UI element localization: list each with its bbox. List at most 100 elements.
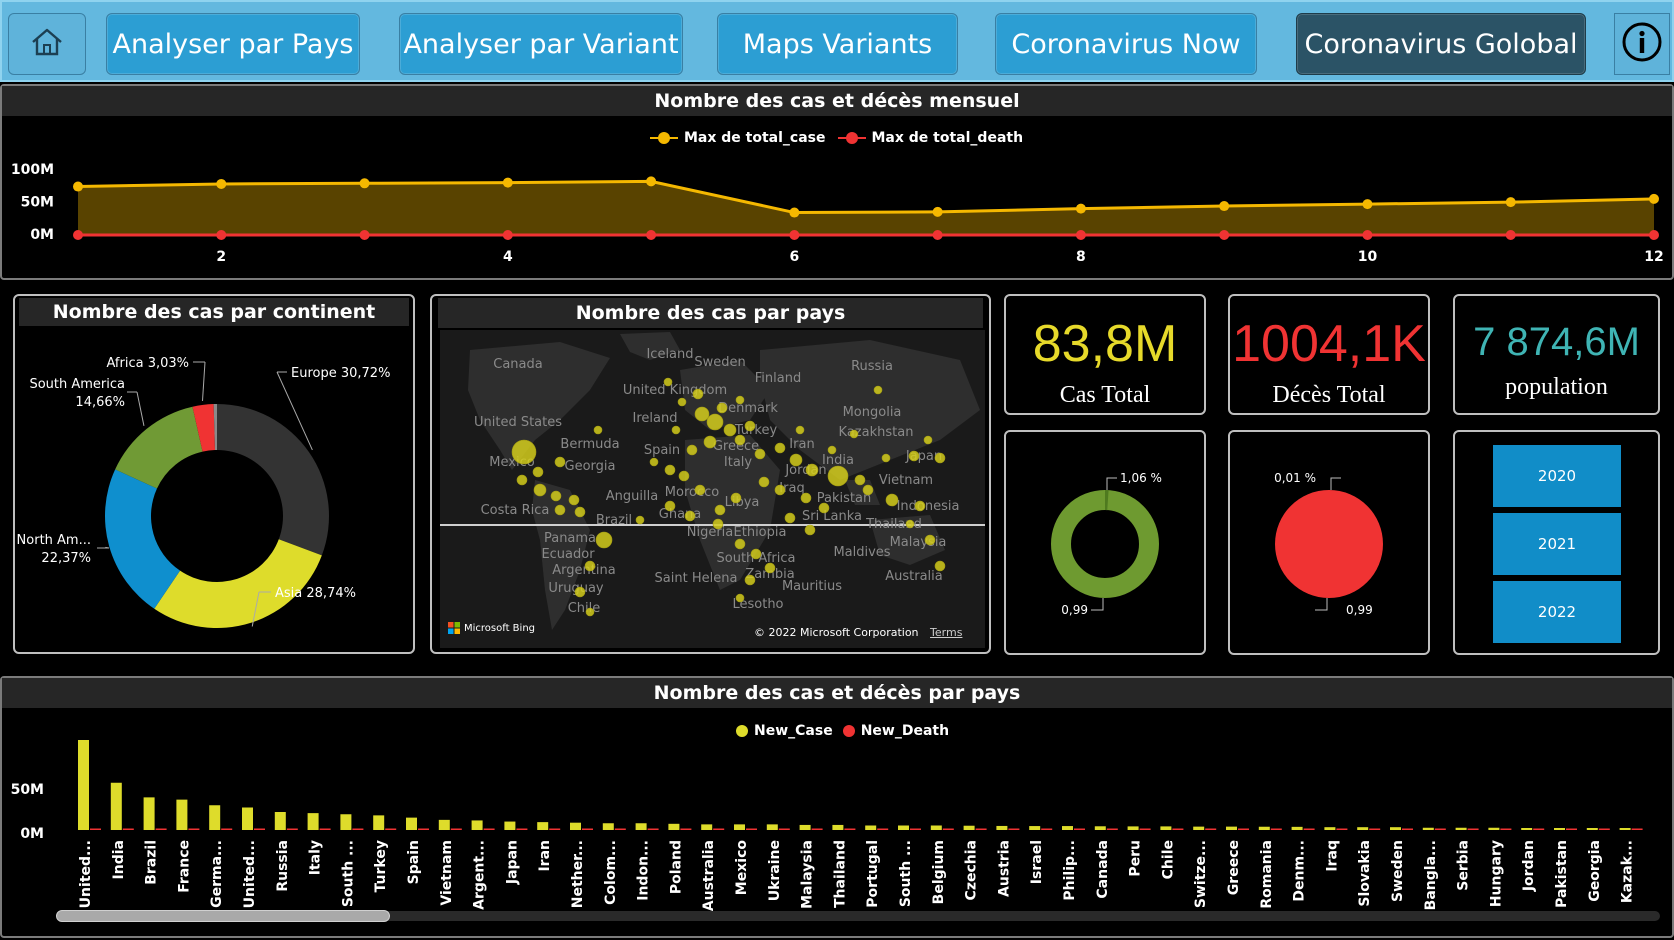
total-case-area <box>78 181 1654 236</box>
country-bubble <box>714 504 726 516</box>
new-case-bar <box>504 821 516 830</box>
new-case-bar <box>274 812 286 830</box>
country-bubble <box>914 500 926 512</box>
country-bubble <box>712 518 724 530</box>
kpi-deaths-value: 1004,1K <box>1232 315 1426 373</box>
map-country-label: United Kingdom <box>623 383 727 398</box>
country-bubble <box>677 397 687 407</box>
country-tick-label: Canada <box>1095 840 1111 899</box>
new-case-bar <box>143 797 155 830</box>
new-case-bar <box>471 820 483 830</box>
new-case-bar <box>242 807 253 830</box>
new-case-bar <box>1291 826 1303 830</box>
country-bar-chart: 50M 0M United... India Brazil France Germa... U… <box>11 740 1643 911</box>
bar-chart-scrollbar-thumb[interactable] <box>56 910 390 922</box>
country-bubble <box>533 483 547 497</box>
country-tick-label: Romania <box>1259 840 1275 909</box>
map-country-label: Maldives <box>833 545 890 560</box>
country-bubble <box>934 452 946 464</box>
home-button[interactable] <box>8 13 86 75</box>
new-death-bar <box>450 828 462 830</box>
map-country-label: Indonesia <box>897 499 960 514</box>
label-north-america: North Am... <box>17 533 91 548</box>
map-country-label: Sweden <box>694 355 745 370</box>
year-2020-button[interactable]: 2020 <box>1493 445 1621 507</box>
country-tick-label: Sweden <box>1390 840 1406 902</box>
continent-donut-chart: Europe 30,72% Asia 28,74% North Am... 22,37… <box>17 356 390 628</box>
country-tick-label: Australia <box>701 840 717 911</box>
ratio-top-leader <box>1106 477 1117 490</box>
label-south-america-pct: 14,66% <box>75 395 125 410</box>
country-bubble <box>703 435 717 449</box>
nav-analyser-par-pays-button[interactable]: Analyser par Pays <box>106 13 360 75</box>
kpi-population-card: 7 874,6M population <box>1453 294 1660 415</box>
country-tick-label: Brazil <box>144 840 160 885</box>
new-case-bar <box>78 740 89 830</box>
terms-link[interactable]: Terms <box>930 626 962 639</box>
country-bubble <box>744 574 756 586</box>
cases-ratio-card: 1,06 % 0,99 <box>1004 430 1206 655</box>
country-bubble <box>934 560 946 572</box>
country-bubble <box>818 502 830 514</box>
total-case-point <box>1075 203 1086 214</box>
country-bubble <box>735 395 745 405</box>
label-europe: Europe 30,72% <box>291 366 390 381</box>
map-country-label: Kazakhstan <box>839 425 914 440</box>
country-tick-label: Spain <box>406 840 422 884</box>
new-death-bar <box>942 828 954 830</box>
country-bubble <box>694 484 706 496</box>
country-tick-label: Slovakia <box>1357 840 1373 907</box>
new-death-bar <box>549 828 561 830</box>
country-tick-label: Thailand <box>832 840 848 908</box>
country-bubble <box>827 465 849 487</box>
nav-maps-variants-button[interactable]: Maps Variants <box>717 13 958 75</box>
continent-slice-europe <box>217 404 330 556</box>
country-tick-label: United... <box>78 840 94 908</box>
year-2022-button[interactable]: 2022 <box>1493 581 1621 643</box>
country-tick-label: Hungary <box>1488 840 1504 907</box>
continent-slice-asia <box>154 539 322 628</box>
ratio-bottom-leader <box>1315 598 1328 611</box>
new-case-bar <box>1422 827 1434 830</box>
map-panel: Nombre des cas par pays Iceland Sweden Can… <box>430 294 991 654</box>
new-death-bar <box>1566 828 1577 830</box>
info-button[interactable] <box>1614 13 1670 75</box>
new-death-bar <box>1434 828 1446 830</box>
cases-ratio-top-label: 1,06 % <box>1120 471 1162 485</box>
new-death-bar <box>1336 828 1348 830</box>
country-bubble <box>923 435 933 445</box>
country-bubble <box>550 490 562 502</box>
country-bubble <box>595 531 613 549</box>
country-bubble <box>694 406 710 422</box>
country-bubble <box>784 512 796 524</box>
year-slicer: 2020 2021 2022 <box>1453 430 1660 655</box>
new-case-bar <box>1160 826 1172 830</box>
map-country-label: Chile <box>568 601 601 616</box>
new-case-bar <box>766 824 778 830</box>
new-death-bar <box>1139 828 1151 830</box>
new-death-bar <box>1467 828 1479 830</box>
new-case-bar <box>1390 827 1401 830</box>
map-country-label: Canada <box>493 357 542 372</box>
new-case-bar <box>1521 828 1533 830</box>
nav-analyser-par-variant-button[interactable]: Analyser par Variant <box>399 13 683 75</box>
new-death-bar <box>582 828 593 830</box>
country-bubble <box>684 510 696 522</box>
year-2021-button[interactable]: 2021 <box>1493 513 1621 575</box>
nav-coronavirus-now-button[interactable]: Coronavirus Now <box>995 13 1257 75</box>
country-tick-label: Nether... <box>570 840 586 908</box>
map-country-label: Ecuador <box>541 547 595 562</box>
map-country-label: Vietnam <box>879 473 933 488</box>
new-death-bar <box>516 828 528 830</box>
cases-ratio-donut: 1,06 % 0,99 <box>1051 471 1162 617</box>
country-bubble <box>686 444 698 456</box>
new-case-bar <box>865 825 877 830</box>
country-tick-label: Mexico <box>734 840 750 896</box>
world-map[interactable]: IcelandSweden Canada Finland Russia United K… <box>440 330 985 648</box>
map-country-label: Ireland <box>633 411 678 426</box>
new-case-bar <box>799 824 811 830</box>
nav-bar: Analyser par Pays Analyser par Variant M… <box>0 0 1674 82</box>
new-case-bar <box>734 824 745 830</box>
country-bubble <box>800 492 812 504</box>
nav-coronavirus-global-button[interactable]: Coronavirus Golobal <box>1296 13 1586 75</box>
